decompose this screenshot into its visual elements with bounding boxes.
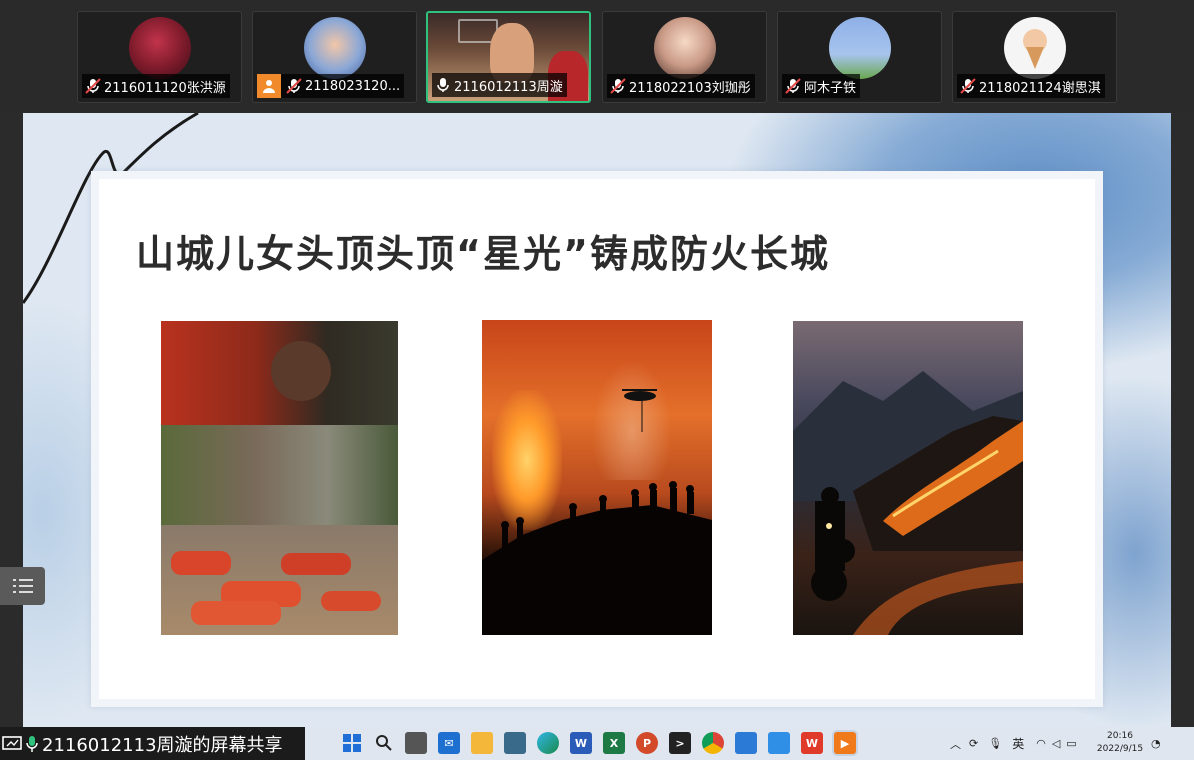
mic-muted-icon bbox=[960, 78, 976, 94]
participant-name: 2118023120... bbox=[305, 78, 401, 94]
avatar bbox=[828, 17, 891, 79]
participant-namebar: 2116011120张洪源 bbox=[82, 74, 230, 98]
presentation-slide: 山城儿女头顶头顶“星光”铸成防火长城 bbox=[23, 113, 1171, 727]
app-icon[interactable] bbox=[768, 732, 790, 754]
start-icon[interactable] bbox=[341, 732, 363, 754]
wps-icon[interactable]: W bbox=[801, 732, 823, 754]
firefighters-resting-photo bbox=[161, 321, 398, 635]
mic-icon bbox=[437, 78, 449, 92]
chrome-icon[interactable] bbox=[702, 732, 724, 754]
sync-icon[interactable]: ⟳ bbox=[969, 737, 978, 750]
word-icon[interactable]: W bbox=[570, 732, 592, 754]
search-icon[interactable] bbox=[373, 732, 395, 754]
forest-fire-silhouettes-photo bbox=[482, 320, 712, 635]
ice-cream-icon bbox=[1022, 29, 1047, 69]
participant-strip: 2116011120张洪源 2118023120... 2116012113周漩… bbox=[0, 0, 1194, 113]
mic-muted-icon bbox=[286, 78, 302, 94]
participant-namebar: 阿木子铁 bbox=[782, 74, 861, 98]
powerpoint-icon[interactable]: P bbox=[636, 732, 658, 754]
participant-name: 阿木子铁 bbox=[804, 80, 857, 96]
motorcycle-fire-night-photo bbox=[793, 321, 1023, 635]
mic-muted-icon bbox=[785, 78, 801, 94]
slide-title: 山城儿女头顶头顶“星光”铸成防火长城 bbox=[136, 232, 830, 276]
screen-share-label: 2116012113周漩的屏幕共享 bbox=[42, 734, 283, 756]
system-tray: ︿ ⟳ 🎙 英 ◠ ◁ ▭ bbox=[950, 727, 1077, 760]
mic-active-icon bbox=[26, 735, 38, 752]
clock-date: 2022/9/15 bbox=[1096, 744, 1144, 754]
participant-name: 2116012113周漩 bbox=[454, 79, 563, 95]
participant-namebar: 2118022103刘珈彤 bbox=[607, 74, 755, 98]
screen-share-banner: 2116012113周漩的屏幕共享 bbox=[0, 727, 305, 760]
participant-namebar: 2118023120... bbox=[257, 74, 405, 98]
participant-namebar: 2116012113周漩 bbox=[432, 73, 567, 97]
volume-icon[interactable]: ◁ bbox=[1052, 737, 1060, 750]
avatar bbox=[128, 17, 191, 79]
avatar bbox=[1003, 17, 1066, 79]
task-view-icon[interactable] bbox=[405, 732, 427, 754]
participant-tile[interactable]: 2118022103刘珈彤 bbox=[602, 11, 767, 103]
participant-tile[interactable]: 2118023120... bbox=[252, 11, 417, 103]
chevron-up-icon[interactable]: ︿ bbox=[950, 736, 961, 752]
excel-icon[interactable]: X bbox=[603, 732, 625, 754]
side-menu-handle[interactable] bbox=[0, 567, 45, 605]
mic-muted-icon bbox=[85, 78, 101, 94]
wifi-icon[interactable]: ◠ bbox=[1036, 737, 1046, 750]
participant-name: 2118021124谢思淇 bbox=[979, 80, 1101, 96]
avatar bbox=[303, 17, 366, 79]
app-icon[interactable] bbox=[735, 732, 757, 754]
participant-tile[interactable]: 阿木子铁 bbox=[777, 11, 942, 103]
list-menu-icon bbox=[12, 579, 33, 593]
participant-namebar: 2118021124谢思淇 bbox=[957, 74, 1105, 98]
participant-tile[interactable]: 2116011120张洪源 bbox=[77, 11, 242, 103]
app-icon[interactable] bbox=[504, 732, 526, 754]
clock[interactable]: 20:16 2022/9/15 bbox=[1095, 730, 1145, 756]
avatar bbox=[653, 17, 716, 79]
file-explorer-icon[interactable] bbox=[471, 732, 493, 754]
player-icon[interactable]: ▶ bbox=[834, 732, 856, 754]
participant-tile-active[interactable]: 2116012113周漩 bbox=[426, 11, 591, 103]
participant-name: 2116011120张洪源 bbox=[104, 80, 226, 96]
screen-share-icon bbox=[2, 735, 22, 750]
terminal-icon[interactable]: > bbox=[669, 732, 691, 754]
edge-icon[interactable] bbox=[537, 732, 559, 754]
ime-indicator[interactable]: 英 bbox=[1012, 735, 1024, 752]
person-icon bbox=[257, 74, 281, 98]
windows-taskbar: ✉ W X P > W ▶ ︿ ⟳ 🎙 英 ◠ ◁ ▭ 20:16 2022/9… bbox=[305, 727, 1194, 760]
clock-time: 20:16 bbox=[1107, 731, 1133, 741]
notification-icon[interactable]: ◔ bbox=[1151, 727, 1161, 760]
participant-tile[interactable]: 2118021124谢思淇 bbox=[952, 11, 1117, 103]
shared-screen: 山城儿女头顶头顶“星光”铸成防火长城 bbox=[0, 113, 1194, 727]
battery-icon[interactable]: ▭ bbox=[1066, 737, 1076, 750]
participant-name: 2118022103刘珈彤 bbox=[629, 80, 751, 96]
mic-muted-icon bbox=[610, 78, 626, 94]
mail-icon[interactable]: ✉ bbox=[438, 732, 460, 754]
microphone-icon[interactable]: 🎙 bbox=[988, 737, 1002, 750]
